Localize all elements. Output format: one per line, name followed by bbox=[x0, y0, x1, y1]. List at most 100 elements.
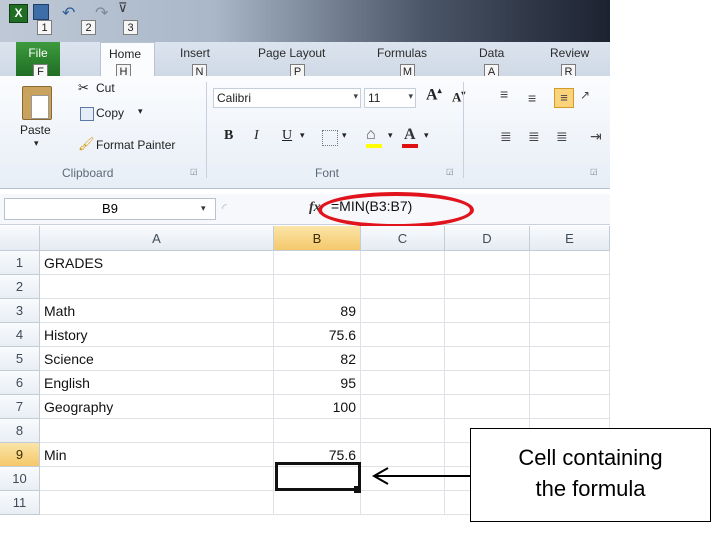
table-cell[interactable] bbox=[530, 395, 610, 419]
table-cell[interactable] bbox=[361, 419, 445, 443]
tab-review[interactable]: Review bbox=[550, 46, 589, 60]
row-header[interactable]: 10 bbox=[0, 467, 40, 491]
table-cell[interactable] bbox=[530, 275, 610, 299]
table-cell[interactable] bbox=[274, 251, 361, 275]
fill-handle[interactable] bbox=[354, 486, 361, 493]
bold-button[interactable]: B bbox=[224, 128, 233, 144]
table-cell[interactable] bbox=[274, 275, 361, 299]
borders-icon[interactable] bbox=[322, 130, 338, 146]
tab-data[interactable]: Data bbox=[479, 46, 504, 60]
table-cell[interactable]: 100 bbox=[274, 395, 361, 419]
table-cell[interactable]: Min bbox=[40, 443, 274, 467]
table-cell[interactable] bbox=[445, 275, 530, 299]
row-header[interactable]: 4 bbox=[0, 323, 40, 347]
align-center-icon[interactable]: ≣ bbox=[528, 128, 540, 145]
row-header[interactable]: 9 bbox=[0, 443, 40, 467]
font-size-dropdown-icon[interactable]: ▾ bbox=[408, 91, 413, 102]
name-box[interactable]: B9 bbox=[4, 198, 216, 220]
table-cell[interactable] bbox=[40, 467, 274, 491]
font-color-dropdown-icon[interactable]: ▾ bbox=[424, 130, 429, 141]
align-right-icon[interactable]: ≣ bbox=[556, 128, 568, 145]
table-cell[interactable]: Math bbox=[40, 299, 274, 323]
row-header[interactable]: 3 bbox=[0, 299, 40, 323]
indent-icon[interactable]: ⇥ bbox=[590, 128, 602, 145]
copy-dropdown-icon[interactable]: ▾ bbox=[138, 106, 143, 117]
table-cell[interactable]: 82 bbox=[274, 347, 361, 371]
table-cell[interactable] bbox=[530, 347, 610, 371]
table-cell[interactable] bbox=[361, 299, 445, 323]
table-cell[interactable] bbox=[445, 323, 530, 347]
table-cell[interactable]: GRADES bbox=[40, 251, 274, 275]
table-cell[interactable] bbox=[40, 491, 274, 515]
table-cell[interactable] bbox=[445, 251, 530, 275]
table-cell[interactable]: History bbox=[40, 323, 274, 347]
borders-dropdown-icon[interactable]: ▾ bbox=[342, 130, 347, 141]
table-cell[interactable] bbox=[274, 491, 361, 515]
table-cell[interactable] bbox=[361, 491, 445, 515]
name-box-dropdown-icon[interactable]: ▾ bbox=[201, 203, 206, 214]
fill-color-icon[interactable]: ⌂ bbox=[366, 126, 376, 144]
alignment-launcher-icon[interactable]: ◲ bbox=[590, 167, 598, 176]
table-cell[interactable] bbox=[361, 347, 445, 371]
font-color-icon[interactable]: A bbox=[404, 126, 416, 144]
tab-insert[interactable]: Insert bbox=[180, 46, 210, 60]
align-top-icon[interactable]: ≡ bbox=[500, 86, 508, 102]
fill-color-dropdown-icon[interactable]: ▾ bbox=[388, 130, 393, 141]
save-icon[interactable] bbox=[33, 4, 49, 20]
row-header[interactable]: 2 bbox=[0, 275, 40, 299]
table-cell[interactable] bbox=[40, 275, 274, 299]
row-header[interactable]: 7 bbox=[0, 395, 40, 419]
copy-button[interactable]: Copy bbox=[96, 106, 124, 120]
font-launcher-icon[interactable]: ◲ bbox=[446, 167, 454, 176]
table-cell[interactable] bbox=[361, 371, 445, 395]
column-header-c[interactable]: C bbox=[361, 226, 445, 251]
table-cell[interactable]: English bbox=[40, 371, 274, 395]
excel-app-icon[interactable]: X bbox=[9, 4, 28, 23]
tab-formulas[interactable]: Formulas bbox=[377, 46, 427, 60]
table-cell[interactable] bbox=[445, 347, 530, 371]
row-header[interactable]: 5 bbox=[0, 347, 40, 371]
underline-dropdown-icon[interactable]: ▾ bbox=[300, 130, 305, 141]
italic-button[interactable]: I bbox=[254, 128, 259, 144]
table-cell[interactable]: Geography bbox=[40, 395, 274, 419]
table-cell[interactable] bbox=[530, 371, 610, 395]
table-cell[interactable] bbox=[361, 251, 445, 275]
row-header[interactable]: 6 bbox=[0, 371, 40, 395]
formula-bar-handle-icon[interactable]: ◜ bbox=[222, 201, 227, 215]
clipboard-launcher-icon[interactable]: ◲ bbox=[190, 167, 198, 176]
cut-button[interactable]: Cut bbox=[96, 81, 115, 95]
align-middle-icon[interactable]: ≡ bbox=[528, 90, 536, 106]
undo-icon[interactable]: ↶ bbox=[62, 3, 75, 23]
column-header-b[interactable]: B bbox=[274, 226, 361, 251]
table-cell[interactable] bbox=[530, 323, 610, 347]
font-name-select[interactable]: Calibri ▾ bbox=[213, 88, 361, 108]
align-left-icon[interactable]: ≣ bbox=[500, 128, 512, 145]
table-cell[interactable]: Science bbox=[40, 347, 274, 371]
table-cell[interactable] bbox=[361, 395, 445, 419]
customize-qat-icon[interactable]: ⊽ bbox=[118, 0, 128, 16]
table-cell[interactable]: 89 bbox=[274, 299, 361, 323]
redo-icon[interactable]: ↷ bbox=[95, 3, 108, 23]
format-painter-button[interactable]: Format Painter bbox=[96, 138, 175, 152]
table-cell[interactable] bbox=[361, 275, 445, 299]
paste-button[interactable]: Paste bbox=[20, 123, 51, 137]
row-header[interactable]: 1 bbox=[0, 251, 40, 275]
tab-page-layout[interactable]: Page Layout bbox=[258, 46, 325, 60]
grow-font-icon[interactable]: A▴ bbox=[426, 86, 442, 104]
column-header-e[interactable]: E bbox=[530, 226, 610, 251]
font-name-dropdown-icon[interactable]: ▾ bbox=[353, 91, 358, 102]
align-bottom-icon[interactable]: ≡ bbox=[554, 88, 574, 108]
table-cell[interactable] bbox=[445, 371, 530, 395]
table-cell[interactable] bbox=[445, 299, 530, 323]
table-cell[interactable] bbox=[530, 251, 610, 275]
table-cell[interactable] bbox=[445, 395, 530, 419]
underline-button[interactable]: U bbox=[282, 128, 292, 144]
row-header[interactable]: 11 bbox=[0, 491, 40, 515]
select-all-corner[interactable] bbox=[0, 226, 40, 251]
table-cell[interactable] bbox=[274, 419, 361, 443]
orientation-icon[interactable]: ↗ bbox=[580, 88, 590, 102]
table-cell[interactable]: 75.6 bbox=[274, 323, 361, 347]
row-header[interactable]: 8 bbox=[0, 419, 40, 443]
table-cell[interactable] bbox=[530, 299, 610, 323]
table-cell[interactable] bbox=[40, 419, 274, 443]
